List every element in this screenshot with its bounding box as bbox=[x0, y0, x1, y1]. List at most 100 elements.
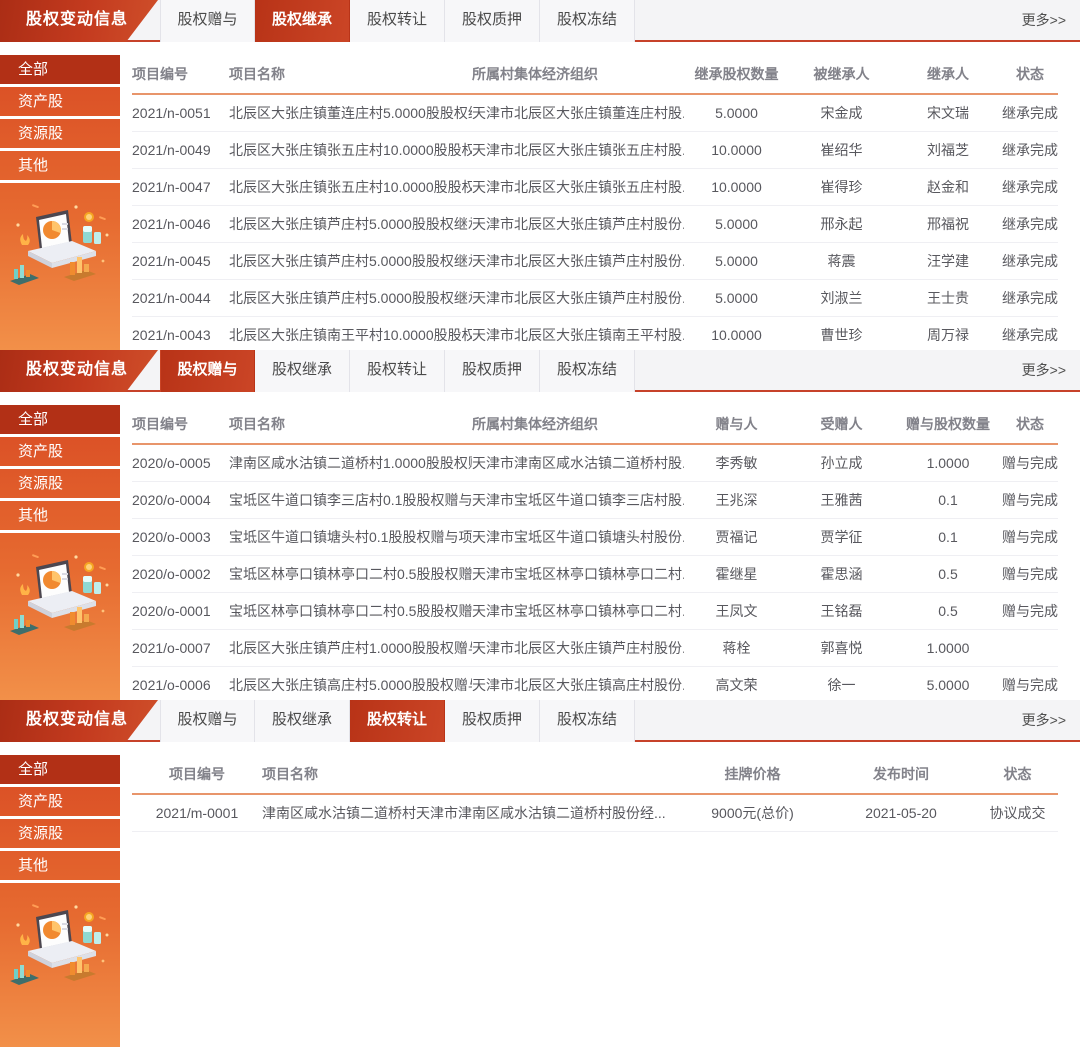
sidebar-item-all[interactable]: 全部 bbox=[0, 405, 120, 437]
table-cell: 10.0000 bbox=[684, 179, 789, 195]
sidebar-item-asset-shares[interactable]: 资产股 bbox=[0, 437, 120, 469]
table-cell: 赠与完成 bbox=[1002, 564, 1058, 584]
sidebar-item-resource-shares[interactable]: 资源股 bbox=[0, 469, 120, 501]
column-header: 项目编号 bbox=[132, 414, 229, 434]
table-cell: 汪学建 bbox=[894, 251, 1002, 271]
sidebar-item-other[interactable]: 其他 bbox=[0, 851, 120, 883]
table-cell: 继承完成 bbox=[1002, 140, 1058, 160]
tab-transfer[interactable]: 股权转让 bbox=[350, 0, 445, 42]
section-header-strip: 股权变动信息 股权赠与股权继承股权转让股权质押股权冻结 更多>> bbox=[0, 350, 1080, 392]
table-row[interactable]: 2020/o-0003宝坻区牛道口镇塘头村0.1股股权赠与项目天津市宝坻区牛道口… bbox=[132, 519, 1058, 556]
sidebar-item-asset-shares[interactable]: 资产股 bbox=[0, 87, 120, 119]
table-row[interactable]: 2021/n-0047北辰区大张庄镇张五庄村10.0000股股权继...天津市北… bbox=[132, 169, 1058, 206]
table-cell: 天津市北辰区大张庄镇芦庄村股份... bbox=[472, 288, 684, 308]
sidebar-item-resource-shares[interactable]: 资源股 bbox=[0, 119, 120, 151]
section-gap bbox=[0, 392, 1080, 405]
tab-inherit[interactable]: 股权继承 bbox=[255, 350, 350, 392]
tab-inherit[interactable]: 股权继承 bbox=[255, 700, 350, 742]
table-row[interactable]: 2020/o-0001宝坻区林亭口镇林亭口二村0.5股股权赠与...天津市宝坻区… bbox=[132, 593, 1058, 630]
sidebar-item-other[interactable]: 其他 bbox=[0, 151, 120, 183]
equity-change-section-inheritance: 股权变动信息 股权赠与股权继承股权转让股权质押股权冻结 更多>> 全部资产股资源… bbox=[0, 0, 1080, 350]
tab-gift[interactable]: 股权赠与 bbox=[160, 700, 255, 742]
table-cell: 协议成交 bbox=[977, 803, 1058, 823]
table-cell: 北辰区大张庄镇芦庄村5.0000股股权继承... bbox=[229, 288, 472, 308]
column-header: 所属村集体经济组织 bbox=[472, 414, 684, 434]
section-gap bbox=[0, 42, 1080, 55]
column-header: 继承股权数量 bbox=[684, 64, 789, 84]
tab-bar: 股权赠与股权继承股权转让股权质押股权冻结 bbox=[160, 0, 635, 42]
column-header: 挂牌价格 bbox=[680, 764, 825, 784]
table-cell: 继承完成 bbox=[1002, 103, 1058, 123]
table-cell: 2021/n-0043 bbox=[132, 327, 229, 343]
tab-freeze[interactable]: 股权冻结 bbox=[540, 0, 635, 42]
tab-gift[interactable]: 股权赠与 bbox=[160, 350, 255, 392]
table-row[interactable]: 2020/o-0002宝坻区林亭口镇林亭口二村0.5股股权赠与...天津市宝坻区… bbox=[132, 556, 1058, 593]
table-cell: 宋文瑞 bbox=[894, 103, 1002, 123]
table-row[interactable]: 2021/n-0051北辰区大张庄镇董连庄村5.0000股股权继...天津市北辰… bbox=[132, 95, 1058, 132]
table-cell: 2020/o-0005 bbox=[132, 455, 229, 471]
column-header: 赠与人 bbox=[684, 414, 789, 434]
table-cell: 郭喜悦 bbox=[789, 638, 894, 658]
table-cell: 王雅茜 bbox=[789, 490, 894, 510]
tab-gift[interactable]: 股权赠与 bbox=[160, 0, 255, 42]
tab-freeze[interactable]: 股权冻结 bbox=[540, 700, 635, 742]
tab-transfer[interactable]: 股权转让 bbox=[350, 350, 445, 392]
sidebar-item-all[interactable]: 全部 bbox=[0, 55, 120, 87]
table-cell: 津南区咸水沽镇二道桥村天津市津南区咸水沽镇二道桥村股份经... bbox=[262, 803, 680, 823]
table-cell: 5.0000 bbox=[684, 216, 789, 232]
table-cell: 2020/o-0003 bbox=[132, 529, 229, 545]
column-header: 状态 bbox=[1002, 64, 1058, 84]
column-header: 被继承人 bbox=[789, 64, 894, 84]
table-cell: 北辰区大张庄镇董连庄村5.0000股股权继... bbox=[229, 103, 472, 123]
tab-pledge[interactable]: 股权质押 bbox=[445, 0, 540, 42]
sidebar-item-all[interactable]: 全部 bbox=[0, 755, 120, 787]
column-header: 发布时间 bbox=[825, 764, 977, 784]
tab-transfer[interactable]: 股权转让 bbox=[350, 700, 445, 742]
table-cell: 王士贵 bbox=[894, 288, 1002, 308]
category-sidebar: 全部资产股资源股其他 bbox=[0, 55, 120, 350]
table-cell: 宝坻区林亭口镇林亭口二村0.5股股权赠与... bbox=[229, 601, 472, 621]
table-cell: 2021/o-0007 bbox=[132, 640, 229, 656]
table-cell: 赵金和 bbox=[894, 177, 1002, 197]
table-cell: 天津市津南区咸水沽镇二道桥村股... bbox=[472, 453, 684, 473]
table-cell: 0.5 bbox=[894, 566, 1002, 582]
table-cell: 10.0000 bbox=[684, 327, 789, 343]
table-cell: 王凤文 bbox=[684, 601, 789, 621]
sidebar-item-asset-shares[interactable]: 资产股 bbox=[0, 787, 120, 819]
sidebar-item-resource-shares[interactable]: 资源股 bbox=[0, 819, 120, 851]
table-cell: 天津市宝坻区牛道口镇塘头村股份... bbox=[472, 527, 684, 547]
table-row[interactable]: 2021/m-0001津南区咸水沽镇二道桥村天津市津南区咸水沽镇二道桥村股份经.… bbox=[132, 795, 1058, 832]
table-cell: 赠与完成 bbox=[1002, 453, 1058, 473]
table-cell: 0.5 bbox=[894, 603, 1002, 619]
table-row[interactable]: 2020/o-0005津南区咸水沽镇二道桥村1.0000股股权赠...天津市津南… bbox=[132, 445, 1058, 482]
table-cell: 周万禄 bbox=[894, 325, 1002, 345]
table-cell: 邢福祝 bbox=[894, 214, 1002, 234]
equity-change-section-gift: 股权变动信息 股权赠与股权继承股权转让股权质押股权冻结 更多>> 全部资产股资源… bbox=[0, 350, 1080, 700]
table-cell: 蒋震 bbox=[789, 251, 894, 271]
more-link[interactable]: 更多>> bbox=[1022, 710, 1066, 730]
table-row[interactable]: 2020/o-0004宝坻区牛道口镇李三店村0.1股股权赠与项目天津市宝坻区牛道… bbox=[132, 482, 1058, 519]
table-row[interactable]: 2021/n-0045北辰区大张庄镇芦庄村5.0000股股权继承...天津市北辰… bbox=[132, 243, 1058, 280]
tab-bar: 股权赠与股权继承股权转让股权质押股权冻结 bbox=[160, 350, 635, 392]
table-row[interactable]: 2021/n-0046北辰区大张庄镇芦庄村5.0000股股权继承...天津市北辰… bbox=[132, 206, 1058, 243]
tab-inherit[interactable]: 股权继承 bbox=[255, 0, 350, 42]
more-link[interactable]: 更多>> bbox=[1022, 10, 1066, 30]
table-cell: 赠与完成 bbox=[1002, 601, 1058, 621]
table-row[interactable]: 2021/n-0043北辰区大张庄镇南王平村10.0000股股权继...天津市北… bbox=[132, 317, 1058, 354]
table-cell: 2021/n-0044 bbox=[132, 290, 229, 306]
table-cell: 北辰区大张庄镇南王平村10.0000股股权继... bbox=[229, 325, 472, 345]
section-header-strip: 股权变动信息 股权赠与股权继承股权转让股权质押股权冻结 更多>> bbox=[0, 0, 1080, 42]
tab-pledge[interactable]: 股权质押 bbox=[445, 700, 540, 742]
table-row[interactable]: 2021/o-0007北辰区大张庄镇芦庄村1.0000股股权赠与...天津市北辰… bbox=[132, 630, 1058, 667]
sidebar-item-other[interactable]: 其他 bbox=[0, 501, 120, 533]
more-link[interactable]: 更多>> bbox=[1022, 360, 1066, 380]
table-row[interactable]: 2021/n-0044北辰区大张庄镇芦庄村5.0000股股权继承...天津市北辰… bbox=[132, 280, 1058, 317]
column-header: 项目编号 bbox=[132, 764, 262, 784]
tab-pledge[interactable]: 股权质押 bbox=[445, 350, 540, 392]
table-cell: 5.0000 bbox=[684, 290, 789, 306]
table-cell: 天津市北辰区大张庄镇芦庄村股份... bbox=[472, 214, 684, 234]
table-cell: 继承完成 bbox=[1002, 177, 1058, 197]
table-row[interactable]: 2021/o-0006北辰区大张庄镇高庄村5.0000股股权赠与...天津市北辰… bbox=[132, 667, 1058, 704]
tab-freeze[interactable]: 股权冻结 bbox=[540, 350, 635, 392]
table-row[interactable]: 2021/n-0049北辰区大张庄镇张五庄村10.0000股股权继...天津市北… bbox=[132, 132, 1058, 169]
